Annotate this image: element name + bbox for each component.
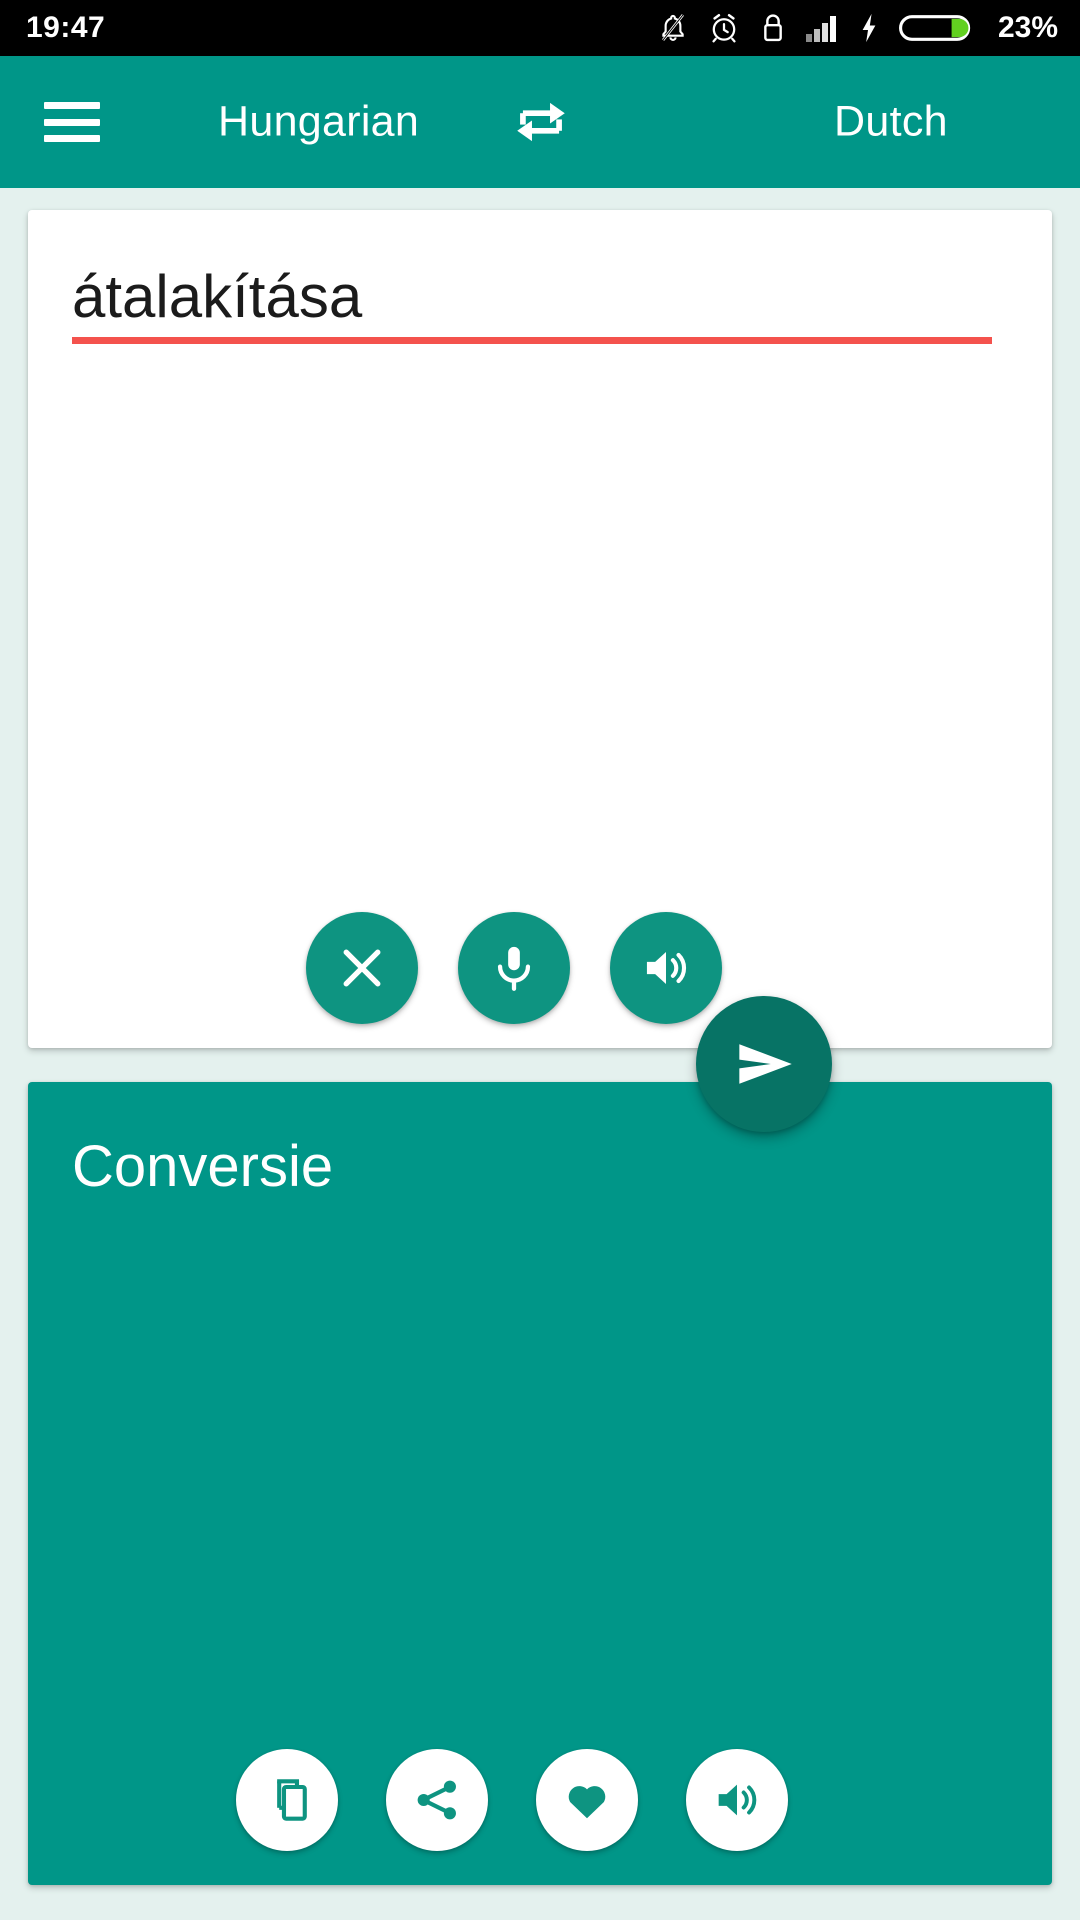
alarm-clock-icon bbox=[712, 13, 736, 43]
microphone-icon bbox=[497, 946, 531, 991]
translated-text: Conversie bbox=[72, 1134, 334, 1199]
speaker-icon bbox=[646, 951, 687, 985]
swap-languages-icon[interactable] bbox=[510, 91, 572, 153]
share-icon bbox=[417, 1780, 456, 1820]
speak-source-button[interactable] bbox=[610, 912, 722, 1024]
voice-input-button[interactable] bbox=[458, 912, 570, 1024]
speaker-icon bbox=[718, 1784, 757, 1816]
share-button[interactable] bbox=[386, 1749, 488, 1851]
speak-target-button[interactable] bbox=[686, 1749, 788, 1851]
source-language-selector[interactable]: Hungarian bbox=[218, 98, 419, 147]
screen-lock-icon bbox=[764, 14, 782, 42]
source-action-row bbox=[28, 912, 1052, 1024]
clear-button[interactable] bbox=[306, 912, 418, 1024]
target-language-selector[interactable]: Dutch bbox=[834, 98, 948, 147]
favorite-button[interactable] bbox=[536, 1749, 638, 1851]
send-arrow-icon bbox=[739, 1044, 792, 1084]
battery-icon bbox=[898, 15, 971, 41]
signal-bars-icon bbox=[805, 16, 836, 42]
copy-icon bbox=[277, 1779, 307, 1821]
charging-bolt-icon bbox=[862, 13, 876, 43]
target-text-card[interactable]: Conversie bbox=[28, 1082, 1052, 1885]
hamburger-menu-icon[interactable] bbox=[44, 102, 100, 142]
translate-send-button[interactable] bbox=[696, 996, 832, 1132]
heart-icon bbox=[568, 1786, 606, 1819]
source-text-input[interactable]: átalakítása bbox=[72, 262, 992, 344]
app-bar: Hungarian Dutch bbox=[0, 56, 1080, 188]
copy-button[interactable] bbox=[236, 1749, 338, 1851]
status-icon-tray: 23% bbox=[656, 11, 1058, 45]
notifications-off-icon bbox=[661, 14, 684, 41]
battery-percentage: 23% bbox=[997, 11, 1058, 44]
status-bar: 19:47 23% bbox=[0, 0, 1080, 56]
app-screen: 19:47 23% Hungarian Dutch átalakítása Co… bbox=[0, 0, 1080, 1920]
status-clock: 19:47 bbox=[26, 11, 106, 44]
target-action-row bbox=[28, 1749, 1052, 1851]
close-x-icon bbox=[343, 949, 381, 987]
source-text-card[interactable]: átalakítása bbox=[28, 210, 1052, 1048]
